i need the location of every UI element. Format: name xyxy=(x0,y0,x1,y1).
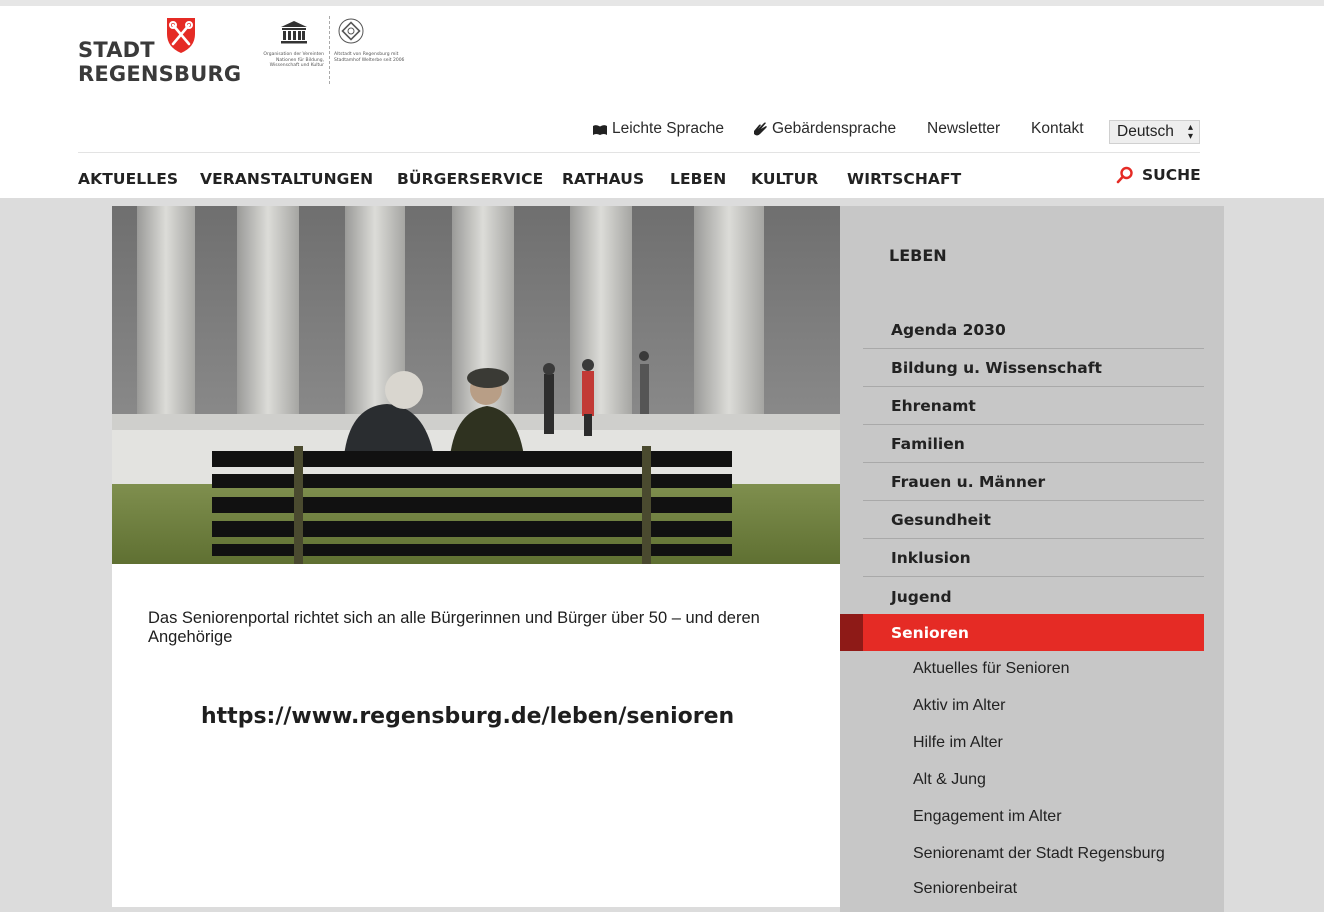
page-url: https://www.regensburg.de/leben/senioren xyxy=(201,704,735,729)
sidebar-subitem-aktuelles[interactable]: Aktuelles für Senioren xyxy=(913,660,1070,678)
nav-item-kultur[interactable]: KULTUR xyxy=(751,170,818,188)
sidebar-item-agenda-2030[interactable]: Agenda 2030 xyxy=(863,312,1204,349)
sidebar-item-bildung[interactable]: Bildung u. Wissenschaft xyxy=(863,350,1204,387)
unesco-divider xyxy=(329,16,330,84)
sidebar-active-label: Senioren xyxy=(891,623,969,642)
sidebar-item-gesundheit[interactable]: Gesundheit xyxy=(863,502,1204,539)
unesco-org-text: Organisation der Vereinten Nationen für … xyxy=(263,52,324,68)
sign-language-label: Gebärdensprache xyxy=(772,120,897,137)
language-select[interactable]: Deutsch ▴ ▾ xyxy=(1109,120,1200,144)
sidebar-item-frauen-maenner[interactable]: Frauen u. Männer xyxy=(863,464,1204,501)
nav-item-leben[interactable]: LEBEN xyxy=(670,170,726,188)
seniors-on-bench-photo xyxy=(112,206,840,564)
unesco-logo: Organisation der Vereinten Nationen für … xyxy=(258,12,408,88)
sidebar-item-familien[interactable]: Familien xyxy=(863,426,1204,463)
nav-item-veranstaltungen[interactable]: VERANSTALTUNGEN xyxy=(200,170,373,188)
nav-item-rathaus[interactable]: RATHAUS xyxy=(562,170,644,188)
nav-item-wirtschaft[interactable]: WIRTSCHAFT xyxy=(847,170,961,188)
sidebar-item-senioren-active[interactable]: Senioren xyxy=(840,614,1204,651)
sidebar-subitem-seniorenamt[interactable]: Seniorenamt der Stadt Regensburg xyxy=(913,845,1165,863)
sidebar-subitem-alt-jung[interactable]: Alt & Jung xyxy=(913,771,986,789)
intro-text: Das Seniorenportal richtet sich an alle … xyxy=(148,609,760,646)
search-button[interactable]: SUCHE xyxy=(1116,166,1201,184)
sidebar: LEBEN Agenda 2030 Bildung u. Wissenschaf… xyxy=(840,206,1224,912)
header-divider xyxy=(78,152,1200,153)
sidebar-subitem-engagement[interactable]: Engagement im Alter xyxy=(913,808,1062,826)
sidebar-subitem-hilfe[interactable]: Hilfe im Alter xyxy=(913,734,1003,752)
sidebar-subitem-aktiv[interactable]: Aktiv im Alter xyxy=(913,697,1005,715)
sidebar-item-ehrenamt[interactable]: Ehrenamt xyxy=(863,388,1204,425)
logo-line2: REGENSBURG xyxy=(78,62,242,86)
nav-item-aktuelles[interactable]: AKTUELLES xyxy=(78,170,178,188)
nav-item-buergerservice[interactable]: BÜRGERSERVICE xyxy=(397,170,543,188)
sidebar-title: LEBEN xyxy=(889,246,947,265)
hand-sign-icon xyxy=(754,122,767,135)
language-value: Deutsch xyxy=(1117,123,1174,140)
unesco-temple-icon xyxy=(281,21,307,44)
easy-language-link[interactable]: Leichte Sprache xyxy=(592,120,724,138)
newsletter-link[interactable]: Newsletter xyxy=(927,120,1000,138)
search-label: SUCHE xyxy=(1142,166,1201,184)
world-heritage-text: Altstadt von Regensburg mit Stadtamhof W… xyxy=(334,52,405,63)
hero-image xyxy=(112,206,840,564)
world-heritage-seal-icon xyxy=(338,18,364,44)
content-area: Das Seniorenportal richtet sich an alle … xyxy=(112,564,840,907)
sign-language-link[interactable]: Gebärdensprache xyxy=(752,120,896,138)
sidebar-item-inklusion[interactable]: Inklusion xyxy=(863,540,1204,577)
contact-link[interactable]: Kontakt xyxy=(1031,120,1084,138)
select-arrows-icon: ▴ ▾ xyxy=(1187,122,1193,142)
book-icon xyxy=(593,124,607,135)
search-icon xyxy=(1116,166,1133,184)
active-marker xyxy=(840,614,863,651)
city-crest-icon xyxy=(167,18,195,53)
site-header: STADT REGENSBURG Organisation der Verein… xyxy=(0,6,1324,198)
sidebar-subitem-seniorenbeirat[interactable]: Seniorenbeirat xyxy=(913,880,1017,898)
sidebar-item-jugend[interactable]: Jugend xyxy=(863,578,1204,615)
easy-language-label: Leichte Sprache xyxy=(612,120,725,137)
logo-line1: STADT xyxy=(78,38,155,62)
